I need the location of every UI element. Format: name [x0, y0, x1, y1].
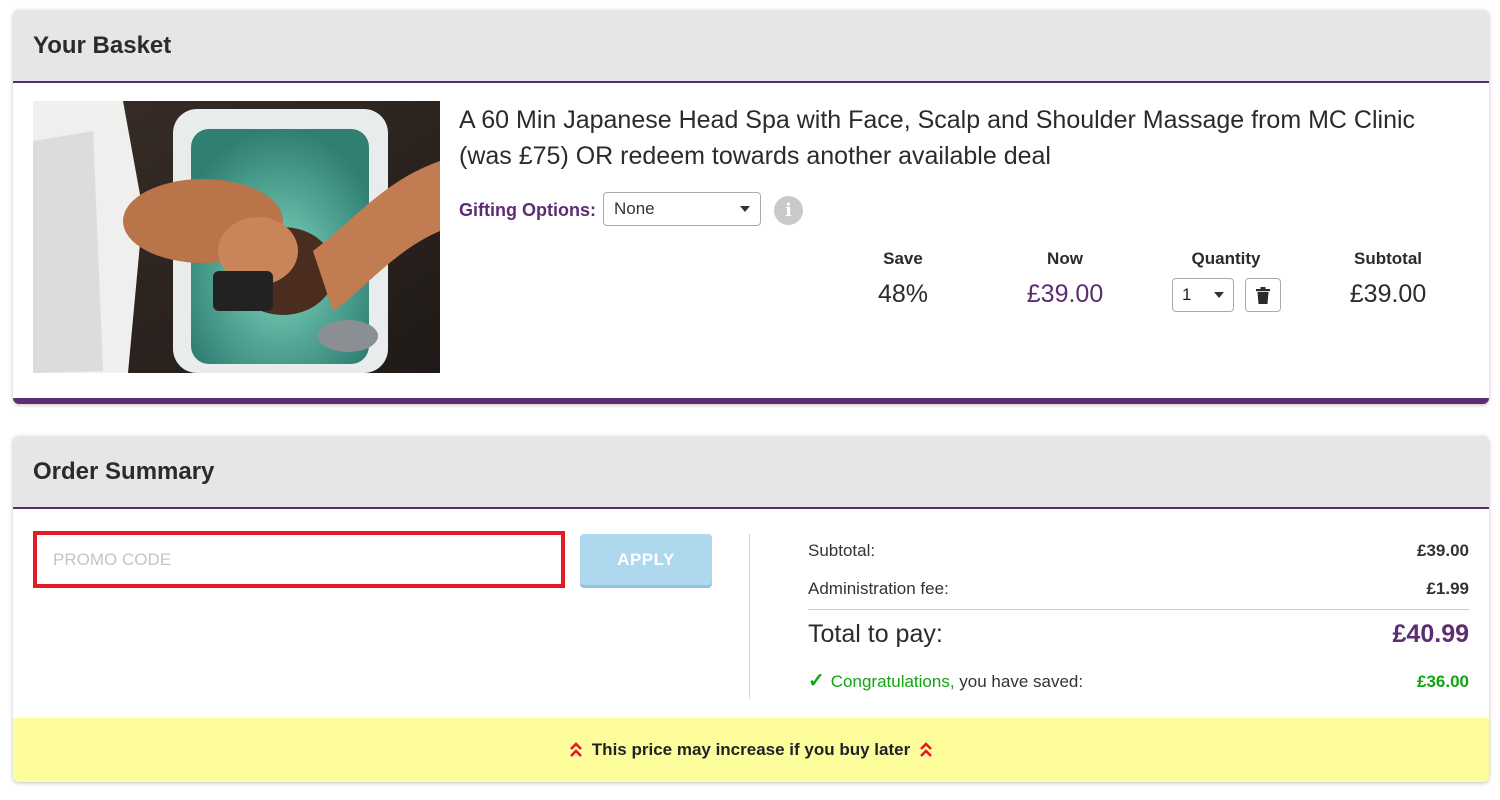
saved-text: you have saved:: [954, 672, 1084, 691]
subtotal-column-label: Subtotal: [1354, 249, 1422, 268]
summary-divider: [749, 534, 750, 699]
checkmark-icon: ✓: [808, 670, 825, 692]
trash-icon: [1256, 286, 1270, 304]
now-price: £39.00: [1026, 280, 1104, 308]
basket-header: Your Basket: [13, 10, 1489, 83]
total-label: Total to pay:: [808, 620, 943, 648]
total-value: £40.99: [1392, 620, 1469, 648]
price-warning-banner: This price may increase if you buy later: [13, 718, 1489, 782]
double-chevron-up-icon: [920, 742, 933, 757]
product-image[interactable]: [33, 101, 440, 373]
save-column-label: Save: [883, 249, 923, 268]
summary-separator: [808, 609, 1469, 610]
now-column-label: Now: [1047, 249, 1083, 268]
admin-fee-row: Administration fee: £1.99: [808, 579, 1469, 599]
apply-promo-button[interactable]: APPLY: [580, 534, 712, 585]
savings-value: £36.00: [1417, 672, 1469, 691]
gifting-selected-value: None: [614, 199, 655, 218]
savings-label: ✓ Congratulations, you have saved:: [808, 668, 1083, 693]
order-summary-panel: Order Summary APPLY Subtotal: £39.00 Adm…: [13, 436, 1489, 782]
admin-fee-label: Administration fee:: [808, 579, 949, 598]
congratulations-text: Congratulations,: [830, 672, 955, 691]
admin-fee-value: £1.99: [1426, 579, 1469, 598]
quantity-select[interactable]: 1: [1172, 278, 1234, 312]
chevron-down-icon: [740, 206, 750, 212]
subtotal-label: Subtotal:: [808, 541, 876, 560]
photo-icon: [33, 101, 440, 373]
subtotal-row: Subtotal: £39.00: [808, 541, 1469, 561]
product-title[interactable]: A 60 Min Japanese Head Spa with Face, Sc…: [459, 102, 1469, 174]
price-warning-text: This price may increase if you buy later: [591, 740, 911, 759]
gifting-options-label: Gifting Options:: [459, 200, 596, 220]
chevron-down-icon: [1214, 292, 1224, 298]
info-icon[interactable]: i: [774, 196, 803, 225]
total-row: Total to pay: £40.99: [808, 620, 1469, 649]
basket-heading: Your Basket: [33, 31, 172, 59]
double-chevron-up-icon: [569, 742, 582, 757]
item-subtotal: £39.00: [1349, 280, 1427, 308]
order-summary-heading: Order Summary: [33, 457, 215, 485]
quantity-value: 1: [1182, 285, 1192, 304]
quantity-column-label: Quantity: [1191, 249, 1261, 268]
gifting-options-select[interactable]: None: [603, 192, 761, 226]
save-value: 48%: [877, 280, 929, 308]
promo-code-input[interactable]: [33, 531, 565, 588]
subtotal-value: £39.00: [1417, 541, 1469, 560]
savings-row: ✓ Congratulations, you have saved: £36.00: [808, 668, 1469, 693]
remove-item-button[interactable]: [1245, 278, 1281, 312]
order-summary-header: Order Summary: [13, 436, 1489, 509]
basket-panel: Your Basket A 60 Min Japanese Head Spa w…: [13, 10, 1489, 404]
